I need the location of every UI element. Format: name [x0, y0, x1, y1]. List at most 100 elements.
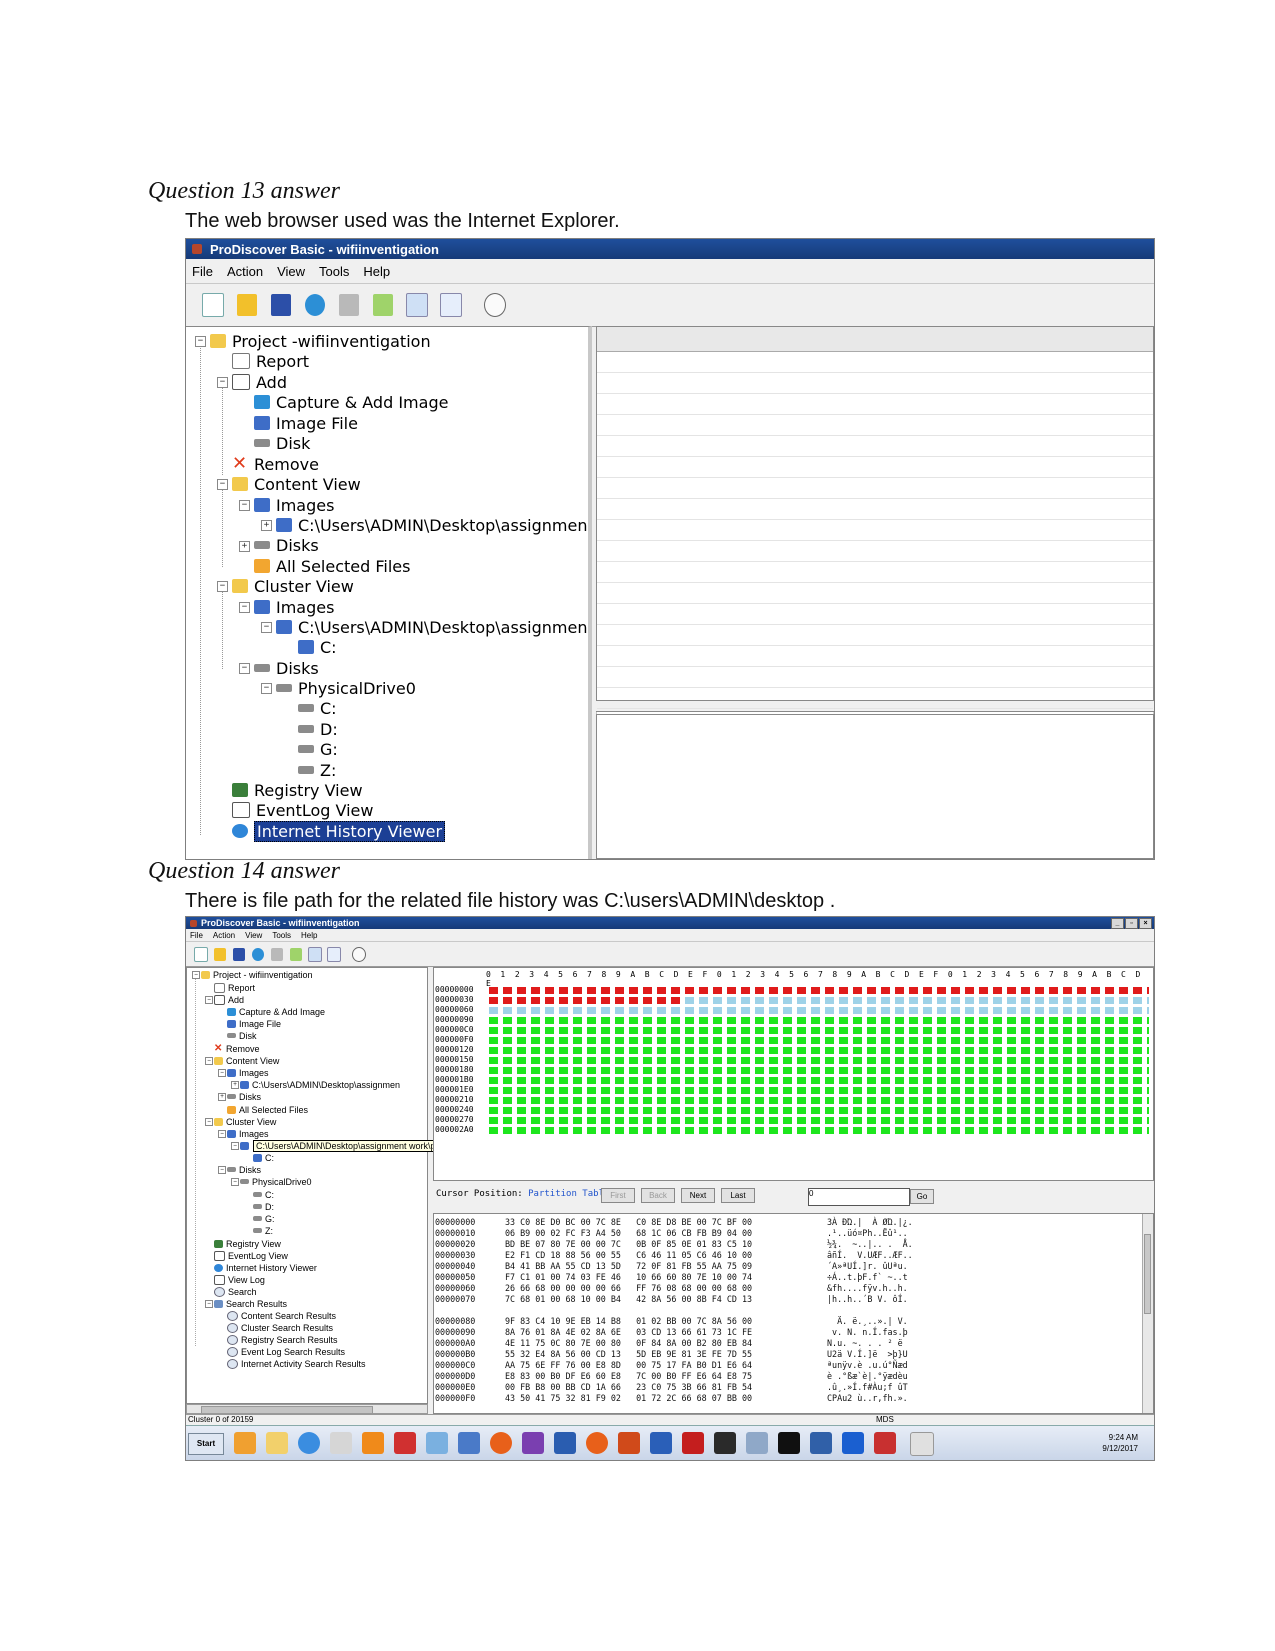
tree-node-add[interactable]: Add [214, 994, 244, 1005]
save-project-button[interactable] [266, 290, 296, 320]
link-icon[interactable] [522, 1432, 544, 1454]
tree-node-all-selected-files[interactable]: All Selected Files [254, 556, 410, 576]
toolbox-icon[interactable] [874, 1432, 896, 1454]
tree-node-cluster-search-results[interactable]: Cluster Search Results [227, 1322, 333, 1333]
tree-node-eventlog-view[interactable]: EventLog View [232, 800, 373, 820]
collapse-toggle[interactable]: − [231, 1178, 239, 1186]
tree-node-drive-c[interactable]: C: [253, 1189, 274, 1200]
tree-node-disks[interactable]: Disks [254, 535, 319, 555]
collapse-toggle[interactable]: − [239, 663, 250, 674]
collapse-toggle[interactable]: − [205, 1300, 213, 1308]
capture-image-button[interactable] [300, 290, 330, 320]
start-button[interactable]: Start [188, 1433, 224, 1455]
tree-node-content-view[interactable]: Content View [232, 474, 361, 494]
tree-node-image-path[interactable]: C:\Users\ADMIN\Desktop\assignmen [276, 617, 587, 637]
results-grid[interactable] [596, 326, 1154, 709]
tree-node-content-search-results[interactable]: Content Search Results [227, 1310, 336, 1321]
tree-node-search[interactable]: Search [214, 1286, 257, 1297]
menu-action[interactable]: Action [227, 264, 263, 279]
vlc-icon[interactable] [362, 1432, 384, 1454]
tree-node-drive-z[interactable]: Z: [253, 1225, 273, 1236]
app-icon[interactable] [426, 1432, 448, 1454]
tree-node-report[interactable]: Report [232, 351, 309, 371]
add-file-button[interactable] [287, 946, 304, 963]
open-project-button[interactable] [232, 290, 262, 320]
tree-node-registry-search-results[interactable]: Registry Search Results [227, 1334, 338, 1345]
collapse-toggle[interactable]: − [218, 1166, 226, 1174]
collapse-toggle[interactable]: − [231, 1142, 239, 1150]
menu-action[interactable]: Action [213, 931, 235, 940]
new-project-button[interactable] [198, 290, 228, 320]
detail-pane[interactable] [596, 711, 1154, 859]
tree-node-disks[interactable]: Disks [227, 1091, 261, 1102]
media-player-icon[interactable] [234, 1432, 256, 1454]
expand-toggle[interactable]: + [261, 520, 272, 531]
cmd-icon[interactable] [778, 1432, 800, 1454]
firefox-icon[interactable] [586, 1432, 608, 1454]
hex-vertical-scrollbar[interactable] [1142, 1214, 1153, 1413]
go-button[interactable]: Go [910, 1189, 934, 1204]
collapse-toggle[interactable]: − [217, 479, 228, 490]
cluster-goto-input[interactable]: 0 [808, 1188, 910, 1206]
spy-icon[interactable] [714, 1432, 736, 1454]
tree-node-disk[interactable]: Disk [254, 433, 310, 453]
expand-toggle[interactable]: + [218, 1093, 226, 1101]
window-icon[interactable] [746, 1432, 768, 1454]
collapse-toggle[interactable]: − [261, 683, 272, 694]
tree-node-all-selected-files[interactable]: All Selected Files [227, 1104, 308, 1115]
tree-node-disk[interactable]: Disk [227, 1030, 257, 1041]
tree-node-cluster-view[interactable]: Cluster View [214, 1116, 276, 1127]
tree-horizontal-scrollbar[interactable] [186, 1404, 428, 1414]
tree-node-images[interactable]: Images [227, 1128, 269, 1139]
tree-node-drive-g[interactable]: G: [253, 1213, 275, 1224]
tree-node-project[interactable]: Project - wifiinventigation [201, 969, 313, 980]
tree-node-internet-history-viewer[interactable]: Internet History Viewer [232, 820, 446, 842]
network-tool-icon[interactable] [330, 1432, 352, 1454]
collapse-toggle[interactable]: − [205, 1118, 213, 1126]
tree-node-disks[interactable]: Disks [254, 658, 319, 678]
expand-toggle[interactable]: + [239, 541, 250, 552]
tree-node-drive-d[interactable]: D: [298, 719, 338, 739]
collapse-toggle[interactable]: − [261, 622, 272, 633]
tree-node-internet-history-viewer[interactable]: Internet History Viewer [214, 1262, 317, 1273]
tree-node-add[interactable]: Add [232, 372, 287, 392]
tree-node-event-log-search-results[interactable]: Event Log Search Results [227, 1346, 345, 1357]
menu-tools[interactable]: Tools [272, 931, 291, 940]
folder-icon[interactable] [266, 1432, 288, 1454]
tree-node-project[interactable]: Project -wifiinventigation [210, 331, 431, 351]
menu-view[interactable]: View [245, 931, 262, 940]
tree-node-internet-activity-search-results[interactable]: Internet Activity Search Results [227, 1358, 366, 1369]
collapse-toggle[interactable]: − [218, 1130, 226, 1138]
collapse-toggle[interactable]: − [195, 336, 206, 347]
tree-node-remove[interactable]: ✕ Remove [232, 454, 319, 474]
powerpoint-icon[interactable] [618, 1432, 640, 1454]
tree-node-registry-view[interactable]: Registry View [232, 780, 363, 800]
collapse-toggle[interactable]: − [218, 1069, 226, 1077]
tree-node-capture-add-image[interactable]: Capture & Add Image [227, 1006, 325, 1017]
menu-view[interactable]: View [277, 264, 305, 279]
cluster-map[interactable]: 0 1 2 3 4 5 6 7 8 9 A B C D E F 0 1 2 3 … [433, 967, 1154, 1181]
tree-node-image-path[interactable]: C:\Users\ADMIN\Desktop\assignmen [240, 1079, 400, 1090]
menu-file[interactable]: File [190, 931, 203, 940]
system-tray[interactable] [956, 1432, 1036, 1454]
tree-node-c-volume[interactable]: C: [253, 1152, 274, 1163]
tree-node-image-file[interactable]: Image File [227, 1018, 281, 1029]
search-button[interactable] [436, 290, 466, 320]
back-button[interactable]: Back [641, 1188, 675, 1203]
tree-node-disks[interactable]: Disks [227, 1164, 261, 1175]
copy-button[interactable] [306, 946, 323, 963]
collapse-toggle[interactable]: − [217, 377, 228, 388]
collapse-toggle[interactable]: − [239, 500, 250, 511]
tools-icon[interactable] [910, 1432, 934, 1456]
tree-node-registry-view[interactable]: Registry View [214, 1238, 281, 1249]
tree-node-c-volume[interactable]: C: [298, 637, 337, 657]
tree-node-eventlog-view[interactable]: EventLog View [214, 1250, 288, 1261]
tree-node-drive-z[interactable]: Z: [298, 760, 336, 780]
toolkit-icon[interactable] [394, 1432, 416, 1454]
collapse-toggle[interactable]: − [239, 602, 250, 613]
acrobat-icon[interactable] [682, 1432, 704, 1454]
tree-node-images[interactable]: Images [254, 495, 334, 515]
save-project-button[interactable] [230, 946, 247, 963]
open-project-button[interactable] [211, 946, 228, 963]
new-project-button[interactable] [192, 946, 209, 963]
